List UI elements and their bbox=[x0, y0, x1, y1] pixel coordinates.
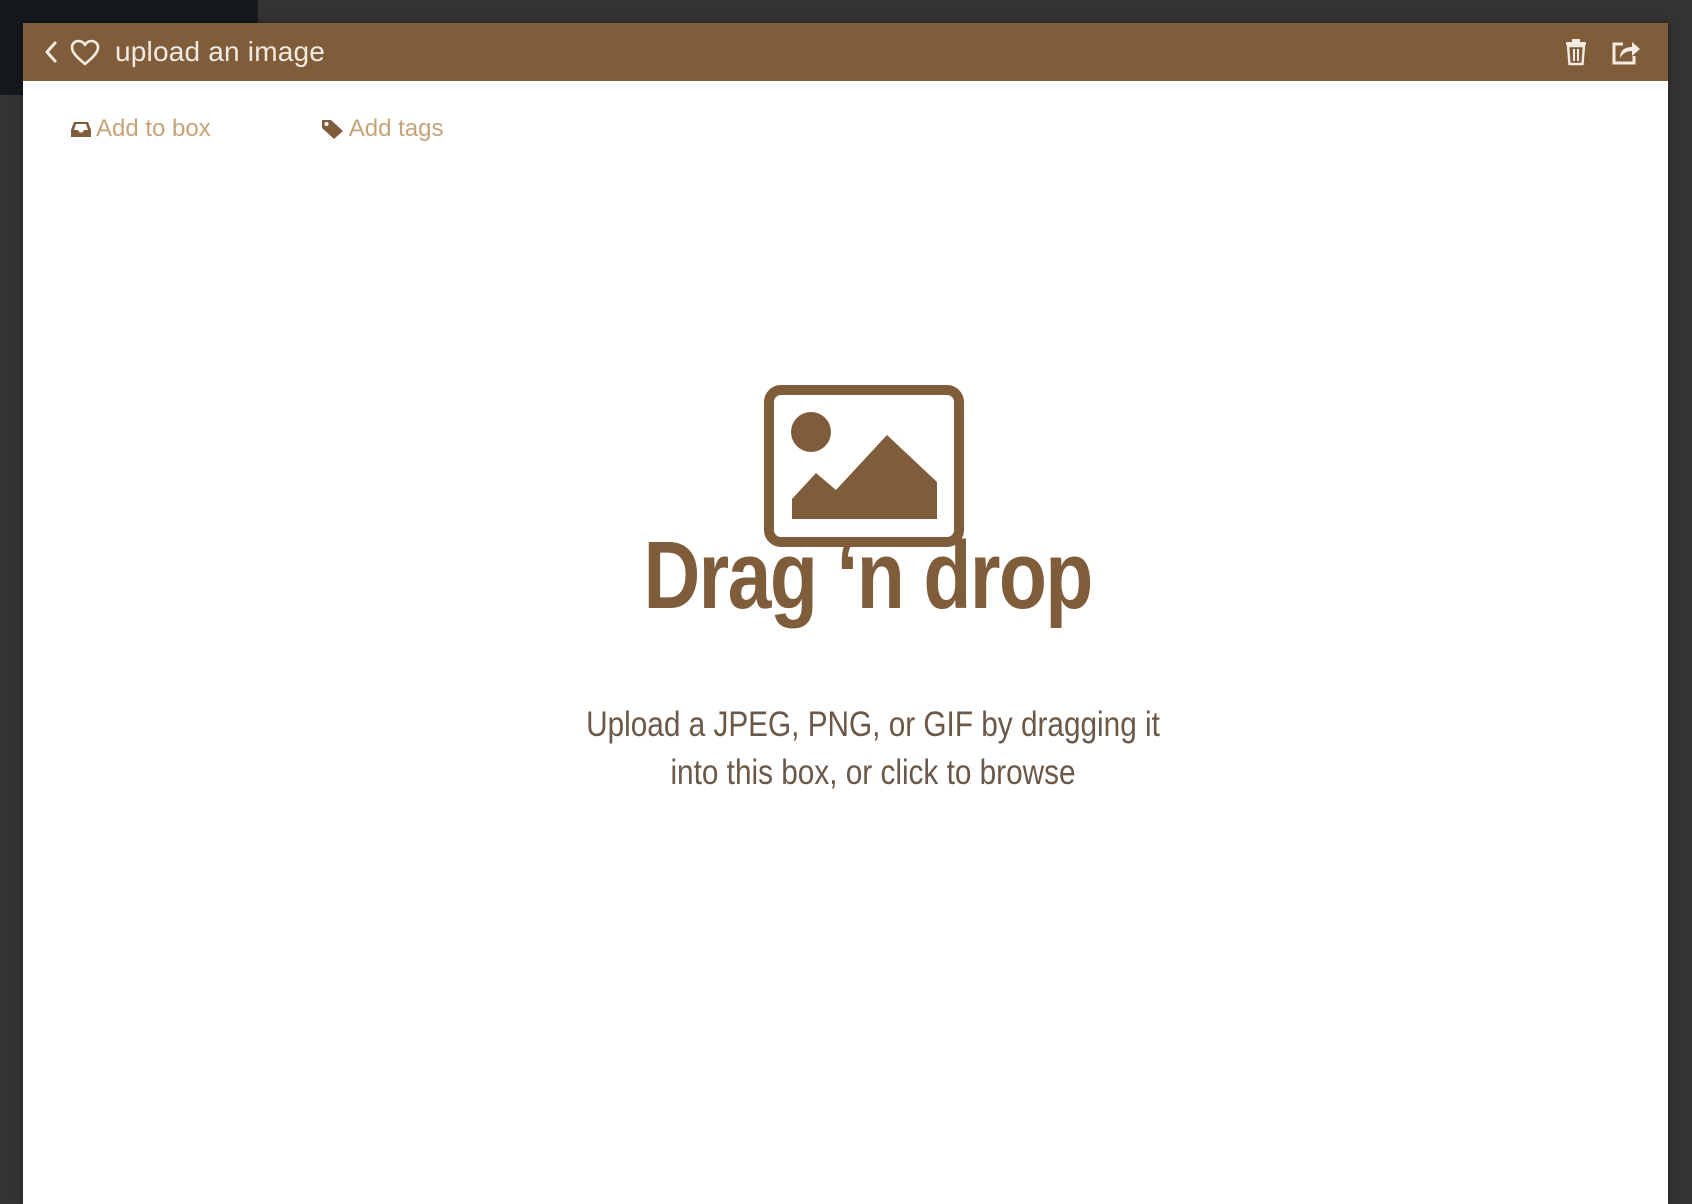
modal-titlebar: upload an image bbox=[23, 23, 1668, 81]
add-to-box-link[interactable]: Add to box bbox=[70, 115, 211, 143]
upload-dropzone[interactable]: Drag ‘n drop Upload a JPEG, PNG, or GIF … bbox=[23, 81, 1668, 1204]
heart-outline-icon bbox=[70, 39, 100, 66]
titlebar-actions bbox=[1558, 23, 1644, 81]
modal-toolbar: Add to box Add tags bbox=[70, 115, 443, 143]
dropzone-description-line1: Upload a JPEG, PNG, or GIF by dragging i… bbox=[586, 705, 1160, 744]
add-tags-link[interactable]: Add tags bbox=[321, 115, 444, 143]
dropzone-description: Upload a JPEG, PNG, or GIF by dragging i… bbox=[151, 701, 1596, 797]
inbox-icon bbox=[71, 122, 91, 137]
trash-icon bbox=[1566, 39, 1586, 66]
back-button[interactable] bbox=[37, 32, 65, 72]
tag-icon bbox=[321, 120, 343, 139]
dropzone-description-line2: into this box, or click to browse bbox=[670, 753, 1076, 792]
delete-button[interactable] bbox=[1558, 32, 1594, 72]
upload-modal: upload an image Drag ‘n drop Upload a JP… bbox=[23, 23, 1668, 1204]
add-tags-label: Add tags bbox=[348, 115, 444, 142]
share-button[interactable] bbox=[1608, 32, 1644, 72]
chevron-left-icon bbox=[45, 41, 57, 63]
favorite-button[interactable] bbox=[65, 32, 105, 72]
dropzone-title: Drag ‘n drop bbox=[643, 522, 1093, 629]
window-title: upload an image bbox=[115, 36, 326, 67]
share-icon bbox=[1612, 42, 1640, 65]
add-to-box-label: Add to box bbox=[96, 115, 211, 142]
